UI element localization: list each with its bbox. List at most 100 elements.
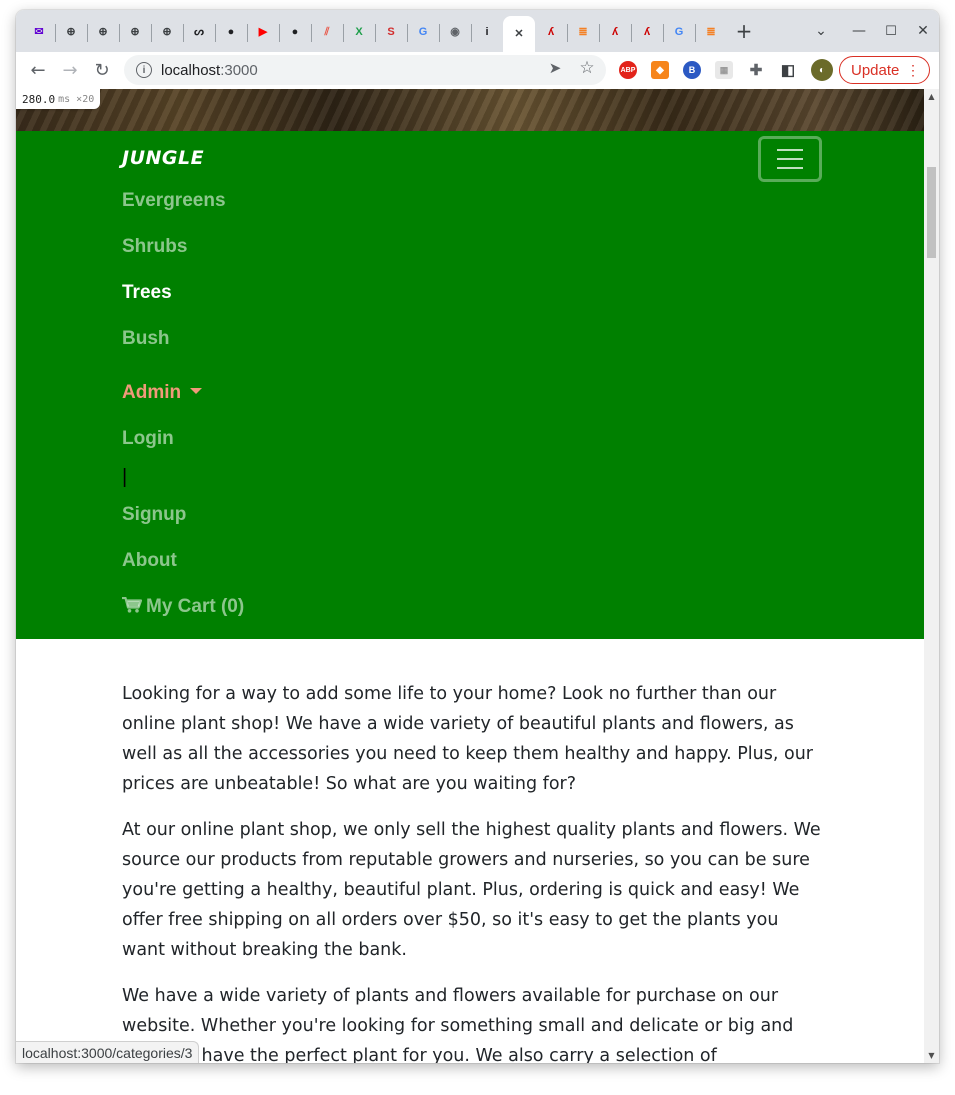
perf-value: 280.0: [22, 92, 56, 106]
close-icon[interactable]: ✕: [511, 26, 527, 42]
browser-tab[interactable]: ●: [280, 18, 310, 46]
vertical-scrollbar[interactable]: ▲ ▼: [924, 89, 939, 1063]
browser-tab[interactable]: ⊕: [152, 18, 182, 46]
rails-icon: ʎ: [643, 25, 651, 38]
circle-plus-icon: ⊕: [66, 25, 76, 38]
browser-tab[interactable]: ●: [216, 18, 246, 46]
extensions-puzzle-icon[interactable]: ✚: [747, 61, 765, 79]
browser-toolbar: ← → ↻ i localhost:3000 ➤ ☆ ABP ◆ B ▦ ✚ ◧…: [16, 52, 939, 88]
browser-tab[interactable]: ʎ: [600, 18, 630, 46]
browser-tab[interactable]: ✉: [24, 18, 54, 46]
brand-logo[interactable]: JUNGLE: [122, 147, 204, 169]
browser-tab[interactable]: ʎ: [536, 18, 566, 46]
browser-tab[interactable]: ⊕: [56, 18, 86, 46]
nav-link-about[interactable]: About: [122, 550, 177, 572]
scroll-down-arrow-icon[interactable]: ▼: [927, 1051, 936, 1060]
browser-tab[interactable]: ▶: [248, 18, 278, 46]
github-icon: ●: [227, 25, 235, 38]
site-navbar: JUNGLE Evergreens Shrubs Trees Bush Admi…: [16, 131, 924, 639]
browser-tab[interactable]: ⊕: [120, 18, 150, 46]
scrollbar-thumb[interactable]: [927, 167, 936, 258]
adblock-icon[interactable]: ABP: [619, 61, 637, 79]
circle-plus-icon: ⊕: [130, 25, 140, 38]
url-text: localhost:3000: [161, 61, 258, 79]
admin-label: Admin: [122, 382, 182, 403]
browser-tab[interactable]: G: [664, 18, 694, 46]
status-bar-url: localhost:3000/categories/3: [16, 1041, 200, 1063]
rails-icon: ʎ: [611, 25, 619, 38]
rails-icon: ʎ: [547, 25, 555, 38]
shopping-cart-icon: [122, 596, 143, 618]
forward-icon[interactable]: →: [58, 58, 82, 82]
nav-link-trees[interactable]: Trees: [122, 282, 172, 304]
nav-link-login[interactable]: Login: [122, 428, 174, 450]
nav-link-signup[interactable]: Signup: [122, 504, 186, 526]
nav-link-bush[interactable]: Bush: [122, 328, 170, 350]
circle-plus-icon: ⊕: [162, 25, 172, 38]
caret-down-icon: [190, 387, 203, 394]
scroll-up-arrow-icon[interactable]: ▲: [927, 92, 936, 101]
stack-overflow-icon: ≣: [578, 25, 588, 38]
window-close-icon[interactable]: ✕: [912, 20, 934, 42]
browser-tab[interactable]: ʎ: [632, 18, 662, 46]
metamask-icon[interactable]: ◆: [651, 61, 669, 79]
browser-tab[interactable]: ◉: [440, 18, 470, 46]
navbar-toggle-button[interactable]: [758, 136, 822, 182]
browser-tab[interactable]: ≣: [696, 18, 726, 46]
main-content: Looking for a way to add some life to yo…: [122, 679, 824, 1063]
github-icon: ●: [291, 25, 299, 38]
google-icon: G: [674, 25, 684, 38]
page-viewport: 280.0 ms ×20 JUNGLE Evergreens Shrubs Tr…: [16, 89, 924, 1063]
send-icon[interactable]: ➤: [546, 59, 564, 77]
browser-tab[interactable]: ⊕: [88, 18, 118, 46]
perf-unit: ms ×20: [58, 93, 95, 105]
hamburger-icon: [777, 167, 803, 169]
hamburger-icon: [777, 149, 803, 151]
browser-tab[interactable]: ≣: [568, 18, 598, 46]
minimize-icon[interactable]: —: [848, 20, 870, 42]
tab-search-icon[interactable]: ⌄: [810, 20, 832, 42]
admin-dropdown[interactable]: Admin: [122, 382, 203, 404]
reload-icon[interactable]: ↻: [90, 58, 114, 82]
update-button[interactable]: Update ⋮: [839, 56, 930, 84]
browser-tab[interactable]: S: [376, 18, 406, 46]
browser-tab[interactable]: X: [344, 18, 374, 46]
stack-overflow-icon: ≣: [706, 25, 716, 38]
hamburger-icon: [777, 158, 803, 160]
browser-tab[interactable]: ✕: [503, 16, 535, 52]
site-info-icon[interactable]: i: [136, 62, 152, 78]
nav-link-shrubs[interactable]: Shrubs: [122, 236, 187, 258]
nav-separator: |: [122, 466, 128, 488]
youtube-icon: ▶: [258, 25, 268, 38]
quality-paragraph: At our online plant shop, we only sell t…: [122, 820, 821, 960]
back-icon[interactable]: ←: [26, 58, 50, 82]
bookmark-star-icon[interactable]: ☆: [578, 58, 596, 78]
x-icon: X: [355, 25, 363, 38]
browser-tab[interactable]: i: [472, 18, 502, 46]
perf-badge: 280.0 ms ×20: [16, 89, 101, 109]
variety-paragraph: We have a wide variety of plants and flo…: [122, 986, 794, 1063]
browser-tab[interactable]: ⫽: [312, 18, 342, 46]
address-bar[interactable]: i localhost:3000: [124, 55, 606, 85]
nav-link-cart[interactable]: My Cart (0): [122, 596, 244, 618]
mail-icon: ✉: [34, 25, 44, 38]
hero-image: [16, 89, 924, 131]
more-menu-icon[interactable]: ⋮: [906, 61, 920, 79]
stripes-icon: ⫽: [324, 25, 330, 38]
circle-plus-icon: ⊕: [98, 25, 108, 38]
side-panel-icon[interactable]: ◧: [779, 61, 797, 79]
new-tab-button[interactable]: +: [733, 19, 755, 43]
extension-grid-icon[interactable]: ▦: [715, 61, 733, 79]
browser-tab[interactable]: G: [408, 18, 438, 46]
s-icon: S: [387, 25, 395, 38]
maximize-icon[interactable]: ☐: [880, 20, 902, 42]
update-label: Update: [851, 61, 900, 79]
swirl-icon: ᔕ: [194, 25, 204, 38]
profile-avatar[interactable]: ◐: [811, 59, 833, 81]
tab-strip: + ⌄ — ☐ ✕ ✉ ⊕ ⊕ ⊕ ⊕ ᔕ ● ▶ ● ⫽ X S G ◉ i ✕ ʎ ≣ ʎ ʎ G ≣: [16, 10, 939, 52]
browser-tab[interactable]: ᔕ: [184, 18, 214, 46]
nav-link-evergreens[interactable]: Evergreens: [122, 190, 226, 212]
cart-label: My Cart (0): [146, 596, 245, 617]
google-icon: G: [418, 25, 428, 38]
extension-b-icon[interactable]: B: [683, 61, 701, 79]
